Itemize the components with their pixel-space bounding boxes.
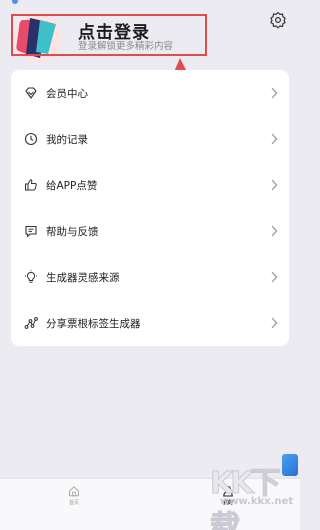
- tab-home-label: 首页: [68, 500, 79, 506]
- watermark-url: www.kkx.net: [220, 496, 294, 507]
- chevron-right-icon: [271, 317, 278, 329]
- menu-item-label: 我的记录: [46, 133, 88, 146]
- watermark-badge-icon: [282, 454, 298, 476]
- menu-item-label: 生成器灵感来源: [46, 271, 120, 284]
- menu-item-help-feedback[interactable]: 帮助与反馈: [11, 208, 289, 254]
- menu-item-label: 会员中心: [46, 87, 88, 100]
- chevron-right-icon: [271, 179, 278, 191]
- menu-item-inspiration[interactable]: 生成器灵感来源: [11, 254, 289, 300]
- chevron-right-icon: [271, 87, 278, 99]
- profile-header: 点击登录 登录解锁更多精彩内容: [0, 0, 300, 62]
- clock-icon: [24, 132, 38, 146]
- lightbulb-icon: [24, 270, 38, 284]
- menu-item-vip-center[interactable]: 会员中心: [11, 70, 289, 116]
- chevron-right-icon: [271, 271, 278, 283]
- thumbs-up-icon: [24, 178, 38, 192]
- feedback-icon: [24, 224, 38, 238]
- menu-item-label: 帮助与反馈: [46, 225, 99, 238]
- settings-icon[interactable]: [269, 11, 287, 29]
- home-icon: [69, 486, 79, 497]
- menu-item-label: 分享票根标签生成器: [46, 317, 141, 330]
- menu-item-label: 给APP点赞: [46, 179, 98, 192]
- login-subtitle[interactable]: 登录解锁更多精彩内容: [78, 38, 173, 52]
- menu-card: 会员中心 我的记录 给APP点赞 帮助与反馈 生成器灵感来源 分享票根标签生成器: [11, 70, 289, 346]
- chevron-right-icon: [271, 133, 278, 145]
- menu-item-share[interactable]: 分享票根标签生成器: [11, 300, 289, 346]
- watermark: KK下载 www.kkx.net: [200, 448, 298, 530]
- share-icon: [24, 316, 38, 330]
- menu-item-like-app[interactable]: 给APP点赞: [11, 162, 289, 208]
- vip-diamond-icon: [24, 86, 38, 100]
- chevron-right-icon: [271, 225, 278, 237]
- tab-home[interactable]: 首页: [54, 485, 94, 506]
- menu-item-my-records[interactable]: 我的记录: [11, 116, 289, 162]
